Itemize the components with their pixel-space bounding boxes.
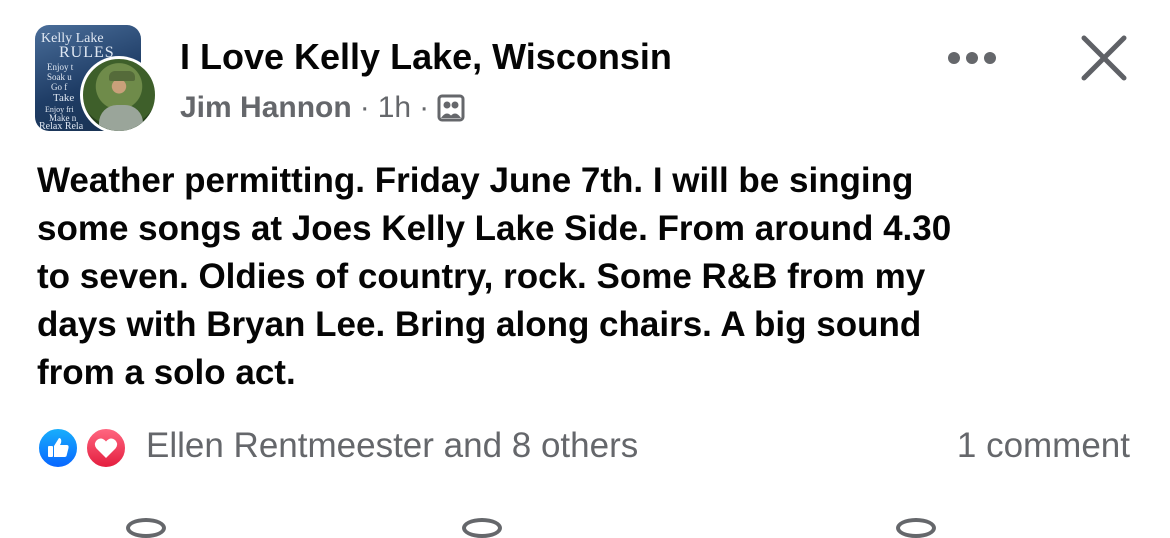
reaction-icons[interactable] [36, 424, 136, 472]
reactors-text[interactable]: Ellen Rentmeester and 8 others [146, 426, 638, 466]
more-horizontal-icon [948, 52, 996, 64]
share-action-icon[interactable] [896, 518, 936, 538]
avatar-cap [109, 71, 135, 81]
members-group-icon[interactable] [437, 94, 465, 122]
meta-separator: · [419, 91, 430, 124]
author-avatar[interactable] [80, 56, 158, 134]
more-options-button[interactable] [944, 40, 1000, 76]
reactions-summary[interactable]: Ellen Rentmeester and 8 others 1 comment [36, 424, 1136, 472]
close-button[interactable] [1076, 30, 1132, 86]
post-meta: Jim Hannon · 1h · [180, 90, 465, 126]
avatar-body [99, 105, 143, 131]
meta-separator: · [359, 91, 370, 124]
like-action-icon[interactable] [126, 518, 166, 538]
comment-action-icon[interactable] [462, 518, 502, 538]
group-name-link[interactable]: I Love Kelly Lake, Wisconsin [180, 36, 672, 78]
author-name-link[interactable]: Jim Hannon [180, 91, 352, 125]
comments-count-link[interactable]: 1 comment [957, 426, 1130, 466]
close-icon [1081, 35, 1127, 81]
love-icon [84, 426, 128, 470]
post-text: Weather permitting. Friday June 7th. I w… [37, 161, 952, 392]
like-icon [36, 426, 80, 470]
post-time-link[interactable]: 1h [378, 91, 411, 125]
